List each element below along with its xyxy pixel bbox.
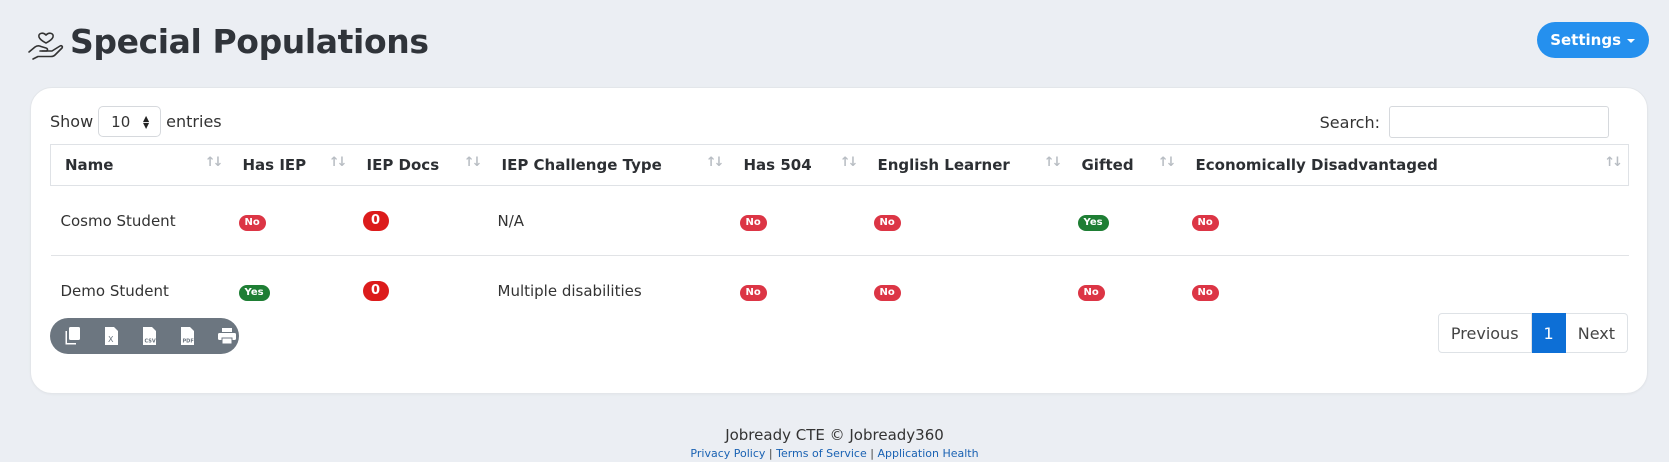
excel-icon[interactable]: X [99,324,123,349]
column-label: Economically Disadvantaged [1195,156,1438,174]
cell-has-504: No [730,256,864,326]
column-header-iep-challenge-type[interactable]: IEP Challenge Type ↑↓ [487,144,730,186]
column-label: Gifted [1081,156,1134,174]
previous-page-button[interactable]: Previous [1437,313,1532,353]
search-control: Search: [1320,106,1609,138]
table-row: Cosmo Student No 0 N/A No No Yes No [50,185,1629,256]
entries-select-value: 10 [111,112,131,131]
column-label: IEP Docs [366,156,440,174]
entries-label: entries [166,112,222,131]
footer: Jobready CTE © Jobready360 Privacy Polic… [0,426,1669,460]
show-label: Show [50,112,94,131]
column-header-has-504[interactable]: Has 504 ↑↓ [729,144,864,186]
cell-english-learner: No [863,185,1068,256]
cell-has-504: No [729,185,864,256]
cell-iep-challenge: N/A [487,185,730,256]
column-label: Name [65,156,114,174]
cell-iep-challenge: Multiple disabilities [497,281,642,300]
footer-brand: Jobready CTE © Jobready360 [725,426,944,444]
sort-icon: ↑↓ [1157,155,1177,170]
footer-separator: | [768,447,773,460]
sort-icon: ↑↓ [328,155,348,170]
page-title: Special Populations [70,21,429,61]
terms-of-service-link[interactable]: Terms of Service [776,447,867,460]
page-number-button[interactable]: 1 [1531,313,1566,353]
status-badge: No [739,284,767,301]
column-label: Has IEP [242,156,307,174]
cell-english-learner: No [864,256,1068,326]
special-populations-card: Show 10 ▲ ▼ entries Search: Name ↑↓ Has IE… [30,87,1648,394]
status-badge: No [238,214,266,231]
settings-button[interactable]: Settings [1537,22,1649,58]
pagination: Previous 1 Next [1437,313,1628,353]
cell-name: Cosmo Student [50,185,229,256]
sort-icon: ↑↓ [839,155,859,170]
copy-icon[interactable] [61,324,85,349]
status-badge: No [739,214,767,231]
page-header: Special Populations [26,18,429,64]
column-header-name[interactable]: Name ↑↓ [50,144,229,186]
export-toolbar: X CSV PDF [50,318,239,354]
application-health-link[interactable]: Application Health [877,447,978,460]
status-badge: No [1191,284,1219,301]
footer-separator: | [870,447,874,460]
cell-econ-disadvantaged: No [1181,185,1629,256]
column-header-gifted[interactable]: Gifted ↑↓ [1067,144,1182,186]
entries-length-control: Show 10 ▲ ▼ entries [50,106,222,137]
sort-icon: ↑↓ [705,155,725,170]
next-page-button[interactable]: Next [1565,313,1628,353]
status-badge: Yes [1077,214,1109,231]
cell-gifted: No [1068,256,1182,326]
pdf-icon[interactable]: PDF [176,324,200,349]
csv-icon[interactable]: CSV [138,324,162,349]
search-input[interactable] [1389,106,1609,138]
sort-icon: ↑↓ [463,155,483,170]
svg-text:CSV: CSV [144,339,155,345]
cell-has-iep: No [228,185,353,256]
table-header-row: Name ↑↓ Has IEP ↑↓ IEP Docs ↑↓ IEP Challeng… [50,144,1629,186]
sort-icon: ↑↓ [204,155,224,170]
cell-has-iep: Yes [229,256,353,326]
sort-icon: ↑↓ [1043,155,1063,170]
column-header-economically-disadvantaged[interactable]: Economically Disadvantaged ↑↓ [1181,144,1629,186]
sort-icon: ↑↓ [1604,155,1623,170]
column-label: IEP Challenge Type [501,156,662,174]
chevron-down-icon [1627,39,1635,43]
print-icon[interactable] [215,324,239,349]
status-badge: No [1077,284,1105,301]
svg-text:PDF: PDF [182,339,193,345]
svg-text:X: X [108,335,114,344]
cell-name: Demo Student [60,281,169,300]
status-badge: No [873,284,901,301]
cell-iep-docs: 0 [353,256,488,326]
column-label: English Learner [877,156,1010,174]
table-row: Demo Student Yes 0 Multiple disabilities… [51,256,1629,326]
privacy-policy-link[interactable]: Privacy Policy [690,447,765,460]
status-badge: No [873,214,901,231]
column-header-has-iep[interactable]: Has IEP ↑↓ [228,144,353,186]
column-header-iep-docs[interactable]: IEP Docs ↑↓ [352,144,488,186]
count-badge: 0 [362,211,389,231]
entries-select[interactable]: 10 ▲ ▼ [98,106,162,137]
column-label: Has 504 [743,156,812,174]
hand-heart-icon [26,21,66,61]
footer-links: Privacy Policy | Terms of Service | Appl… [0,447,1669,460]
select-arrows-icon: ▲ ▼ [143,114,150,130]
column-header-english-learner[interactable]: English Learner ↑↓ [863,144,1068,186]
cell-iep-docs: 0 [352,185,488,256]
cell-gifted: Yes [1067,185,1182,256]
status-badge: Yes [238,284,270,301]
search-label: Search: [1319,112,1380,132]
special-populations-table: Name ↑↓ Has IEP ↑↓ IEP Docs ↑↓ IEP Challeng… [50,144,1629,326]
settings-label: Settings [1550,31,1621,49]
status-badge: No [1191,214,1219,231]
count-badge: 0 [362,281,389,302]
